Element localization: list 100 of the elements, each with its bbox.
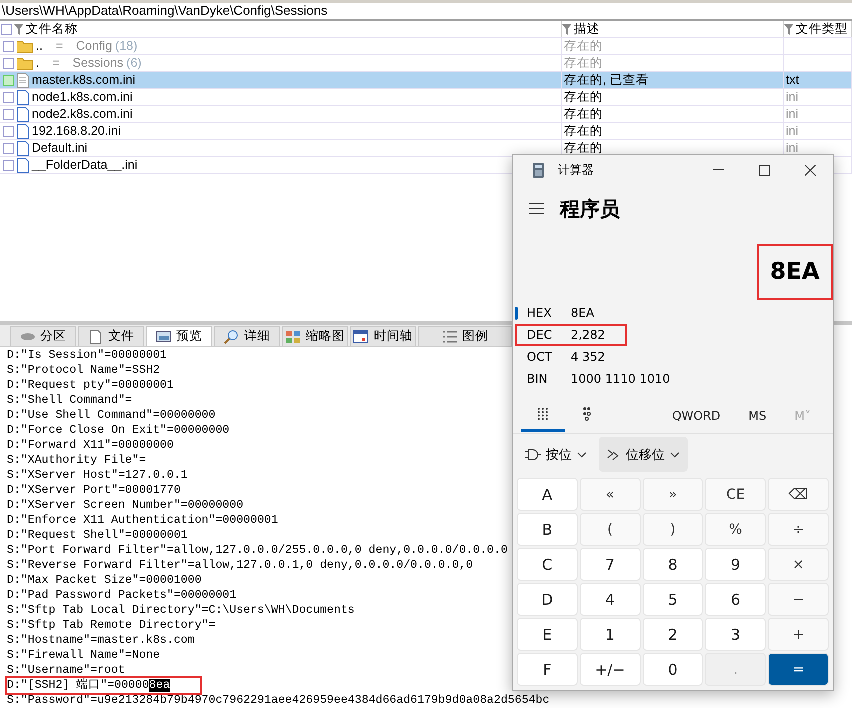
calculator-key[interactable]: ): [642, 513, 704, 546]
file-name: master.k8s.com.ini: [32, 72, 136, 88]
radix-row[interactable]: BIN 1000 1110 1010: [515, 368, 670, 391]
calculator-key[interactable]: +/−: [580, 653, 641, 686]
shift-icon: [607, 448, 621, 461]
row-checkbox[interactable]: [3, 74, 14, 86]
description: 存在的: [564, 140, 603, 156]
view-tab[interactable]: 详细: [214, 326, 280, 346]
calculator-key[interactable]: 0: [642, 653, 704, 686]
preview-line: D:"Force Close On Exit"=00000000: [7, 423, 230, 438]
calculator-key[interactable]: 4: [580, 583, 641, 616]
calendar-icon: [353, 330, 369, 344]
file-name: __FolderData__.ini: [32, 157, 138, 173]
view-tab[interactable]: 缩略图: [282, 326, 348, 346]
calculator-key[interactable]: 6: [705, 583, 766, 616]
preview-line: S:"Firewall Name"=None: [7, 648, 160, 663]
file-name: 192.168.8.20.ini: [32, 123, 121, 139]
row-checkbox[interactable]: [3, 126, 14, 136]
calculator-key[interactable]: ⌫: [768, 478, 829, 511]
calculator-key[interactable]: 2: [642, 618, 704, 651]
list-icon: [442, 330, 458, 344]
view-tab[interactable]: 图例: [418, 326, 512, 346]
keypad-icon: [537, 407, 549, 422]
calculator-key[interactable]: −: [768, 583, 829, 616]
separator: =: [56, 38, 64, 54]
calculator-key[interactable]: CE: [705, 478, 766, 511]
calculator-key[interactable]: ÷: [768, 513, 829, 546]
result-display: 8EA: [757, 244, 833, 300]
preview-line: S:"Username"=root: [7, 663, 126, 678]
description: 存在的: [564, 38, 603, 54]
file-type: ini: [786, 106, 799, 122]
file-name: .: [36, 55, 40, 71]
file-icon: [17, 90, 29, 104]
file-type: ini: [786, 89, 799, 105]
filter-icon: [14, 24, 24, 34]
calculator-key[interactable]: A: [517, 478, 578, 511]
calculator-key[interactable]: «: [580, 478, 641, 511]
row-checkbox[interactable]: [3, 58, 14, 68]
minimize-icon[interactable]: [712, 169, 724, 171]
maximize-icon[interactable]: [758, 164, 770, 176]
preview-line: D:"Request Shell"=00000001: [7, 528, 188, 543]
file-name: node1.k8s.com.ini: [32, 89, 133, 105]
file-row[interactable]: master.k8s.com.ini 存在的, 已查看 txt: [0, 72, 852, 89]
view-tab[interactable]: 文件: [78, 326, 144, 346]
calculator-key[interactable]: C: [517, 548, 578, 581]
row-checkbox[interactable]: [3, 160, 14, 170]
preview-line: S:"XAuthority File"=: [7, 453, 146, 468]
view-tab[interactable]: 分区: [10, 326, 76, 346]
calculator-key[interactable]: 9: [705, 548, 766, 581]
menu-icon[interactable]: [529, 203, 544, 216]
calculator-key[interactable]: 3: [705, 618, 766, 651]
preview-line: D:"Max Packet Size"=00001000: [7, 573, 202, 588]
preview-line: D:"Enforce X11 Authentication"=00000001: [7, 513, 278, 528]
view-tab[interactable]: 时间轴: [350, 326, 416, 346]
file-row[interactable]: .. = Config (18) 存在的: [0, 38, 852, 55]
preview-line: S:"Protocol Name"=SSH2: [7, 363, 160, 378]
file-icon: [17, 106, 29, 122]
preview-line: D:"Pad Password Packets"=00000001: [7, 588, 237, 603]
description: 存在的: [564, 89, 603, 105]
calculator-key[interactable]: 8: [642, 548, 704, 581]
file-type: ini: [786, 123, 799, 139]
calculator-key[interactable]: »: [642, 478, 704, 511]
preview-line: D:"Request pty"=00000001: [7, 378, 174, 393]
calculator-key[interactable]: (: [580, 513, 641, 546]
calculator-key[interactable]: D: [517, 583, 578, 616]
row-checkbox[interactable]: [3, 92, 14, 102]
memory-button[interactable]: QWORD: [658, 408, 735, 423]
calculator-key[interactable]: =: [768, 653, 829, 686]
calculator-key[interactable]: 7: [580, 548, 641, 581]
chevron-icon: [670, 452, 680, 458]
row-checkbox[interactable]: [3, 108, 14, 120]
calculator-key[interactable]: %: [705, 513, 766, 546]
operation-menu[interactable]: 按位: [517, 437, 595, 472]
calculator-key[interactable]: +: [768, 618, 829, 651]
column-header[interactable]: 文件名称: [26, 21, 78, 37]
radix-row[interactable]: OCT 4 352: [515, 346, 606, 368]
calculator-key[interactable]: F: [517, 653, 578, 686]
preview-line: S:"Shell Command"=: [7, 393, 132, 408]
calculator-key[interactable]: ×: [768, 548, 829, 581]
column-header[interactable]: 描述: [574, 21, 600, 37]
operation-menu[interactable]: 位移位: [599, 437, 688, 472]
text-file-icon: [17, 72, 29, 88]
row-checkbox[interactable]: [3, 142, 14, 154]
file-icon: [17, 124, 29, 138]
close-icon[interactable]: [804, 164, 816, 176]
preview-line: D:"XServer Port"=00001770: [7, 483, 181, 498]
calculator-key[interactable]: E: [517, 618, 578, 651]
description: 存在的: [564, 55, 603, 71]
calculator-key[interactable]: 1: [580, 618, 641, 651]
dots-icon: [582, 407, 592, 422]
select-all-checkbox[interactable]: [1, 24, 12, 34]
column-header[interactable]: 文件类型: [796, 21, 848, 37]
view-tab[interactable]: 预览: [146, 326, 212, 346]
calculator-key[interactable]: 5: [642, 583, 704, 616]
radix-row[interactable]: HEX 8EA: [515, 302, 594, 324]
radix-row[interactable]: DEC 2,282: [515, 324, 627, 346]
memory-button[interactable]: MS: [734, 408, 781, 423]
description: 存在的, 已查看: [564, 72, 649, 88]
calculator-key[interactable]: B: [517, 513, 578, 546]
row-checkbox[interactable]: [3, 40, 14, 52]
